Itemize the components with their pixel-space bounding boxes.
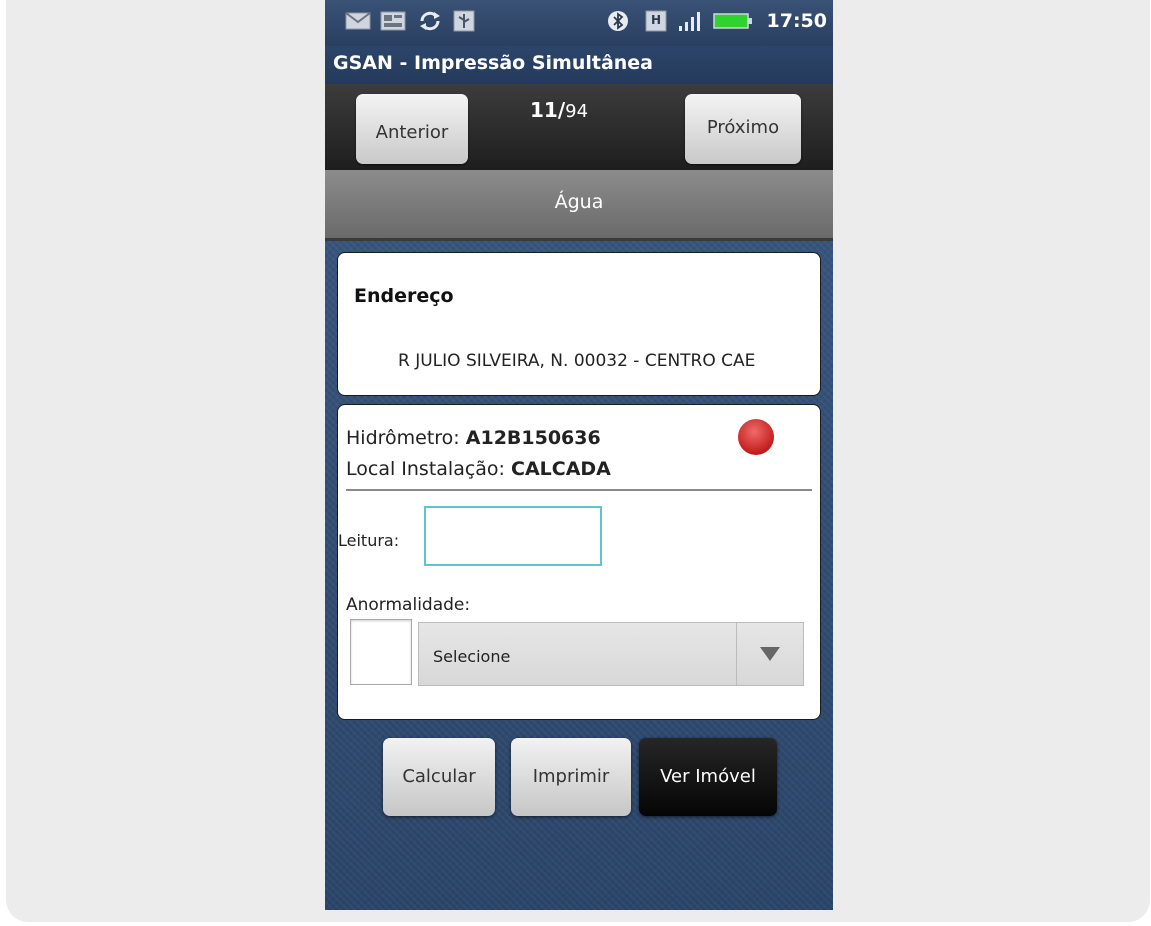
app-title: GSAN - Impressão Simultânea (325, 46, 833, 84)
divider (346, 489, 812, 491)
local-instalacao-value: CALCADA (511, 458, 611, 480)
record-total: 94 (565, 101, 589, 122)
h-network-icon: H (645, 10, 667, 32)
reading-status-icon (738, 419, 774, 455)
record-counter: 11/94 (530, 98, 588, 122)
status-bar: H 17:50 (325, 0, 833, 46)
record-current: 11/ (530, 98, 566, 122)
address-text: R JULIO SILVEIRA, N. 00032 - CENTRO CAE (398, 351, 756, 371)
ver-imovel-button[interactable]: Ver Imóvel (639, 738, 777, 816)
status-time: 17:50 (766, 10, 827, 32)
previous-button[interactable]: Anterior (356, 94, 468, 164)
next-button[interactable]: Próximo (685, 94, 801, 164)
leitura-input[interactable] (424, 506, 602, 566)
tab-agua[interactable]: Água (325, 170, 833, 241)
address-card: Endereço R JULIO SILVEIRA, N. 00032 - CE… (337, 252, 821, 396)
signal-icon (679, 12, 700, 31)
meter-line: Hidrômetro: A12B150636 (346, 423, 611, 454)
hidrometro-label: Hidrômetro: (346, 427, 466, 449)
calcular-button[interactable]: Calcular (383, 738, 495, 816)
svg-text:H: H (651, 13, 661, 27)
anormalidade-label: Anormalidade: (346, 595, 471, 615)
record-navigation-bar: Anterior 11/94 Próximo (325, 84, 833, 170)
reading-form-card: Hidrômetro: A12B150636 Local Instalação:… (337, 404, 821, 720)
phone-screen: H 17:50 GSAN - Impressão Simultânea Ante… (325, 0, 833, 910)
address-title: Endereço (354, 285, 454, 307)
sync-icon (420, 11, 440, 31)
anormalidade-selected-value: Selecione (433, 647, 511, 666)
bluetooth-icon (608, 11, 628, 31)
anormalidade-select[interactable]: Selecione (418, 622, 804, 686)
anormalidade-code-input[interactable] (350, 619, 412, 685)
mail-icon (345, 12, 371, 30)
hidrometro-value: A12B150636 (465, 427, 601, 449)
battery-icon (713, 13, 752, 29)
local-instalacao-label: Local Instalação: (346, 458, 511, 480)
dropdown-toggle[interactable] (736, 623, 803, 685)
gallery-icon (380, 11, 406, 31)
imprimir-button[interactable]: Imprimir (511, 738, 631, 816)
leitura-label: Leitura: (338, 531, 400, 550)
meter-info: Hidrômetro: A12B150636 Local Instalação:… (346, 423, 611, 485)
local-line: Local Instalação: CALCADA (346, 454, 611, 485)
chevron-down-icon (760, 647, 780, 661)
usb-icon (453, 10, 475, 32)
